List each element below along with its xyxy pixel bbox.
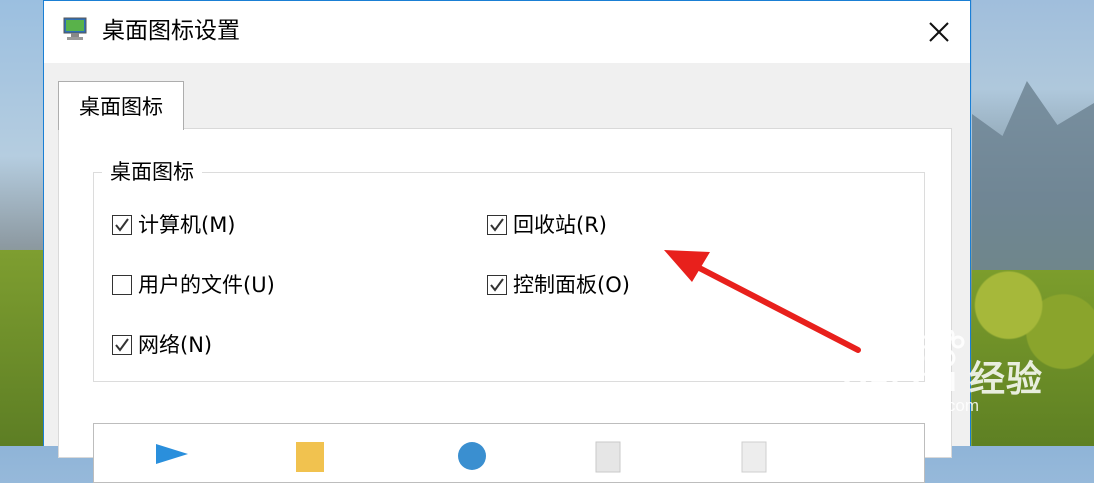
checkbox-label: 用户的文件(U) xyxy=(138,273,275,297)
watermark-url: jingyan.baidu.com xyxy=(842,396,980,415)
desktop-settings-icon xyxy=(63,17,87,40)
checkbox-box[interactable] xyxy=(487,215,507,235)
checkbox-box[interactable] xyxy=(112,335,132,355)
desktop-icon-settings-dialog: 桌面图标设置 桌面图标 桌面图标 计算机(M) 回收站(R) 用户的文件(U) … xyxy=(43,0,971,483)
wallpaper-trees-left xyxy=(0,250,44,446)
checkbox-label: 网络(N) xyxy=(138,333,213,357)
checkbox-box[interactable] xyxy=(112,275,132,295)
checkmark-icon xyxy=(490,218,504,232)
checkbox-box[interactable] xyxy=(487,275,507,295)
recycle-bin-empty-icon[interactable] xyxy=(734,434,774,474)
checkbox-control-panel[interactable]: 控制面板(O) xyxy=(487,271,630,299)
wallpaper-mountain xyxy=(972,81,1094,290)
network-icon[interactable] xyxy=(452,434,492,474)
computer-icon[interactable] xyxy=(152,434,192,474)
user-folder-icon[interactable] xyxy=(290,434,330,474)
checkbox-box[interactable] xyxy=(112,215,132,235)
tab-desktop-icons[interactable]: 桌面图标 xyxy=(58,81,184,130)
checkbox-recycle-bin[interactable]: 回收站(R) xyxy=(487,211,607,239)
groupbox-legend: 桌面图标 xyxy=(102,158,202,186)
checkbox-computer[interactable]: 计算机(M) xyxy=(112,211,236,239)
checkbox-label: 控制面板(O) xyxy=(513,273,630,297)
tab-bar: 桌面图标 xyxy=(58,81,952,130)
checkmark-icon xyxy=(115,338,129,352)
checkbox-network[interactable]: 网络(N) xyxy=(112,331,212,359)
title-bar[interactable]: 桌面图标设置 xyxy=(44,1,970,63)
checkmark-icon xyxy=(115,218,129,232)
watermark-logo-text: Bai du 经验 xyxy=(842,358,1044,399)
icon-preview-list xyxy=(93,423,925,483)
checkbox-label: 回收站(R) xyxy=(513,213,607,237)
dialog-title: 桌面图标设置 xyxy=(102,18,240,44)
close-icon xyxy=(929,22,949,42)
checkbox-user-files[interactable]: 用户的文件(U) xyxy=(112,271,275,299)
checkbox-label: 计算机(M) xyxy=(138,213,236,237)
baidu-jingyan-watermark: Bai du 经验 jingyan.baidu.com xyxy=(842,330,1092,430)
checkmark-icon xyxy=(490,278,504,292)
recycle-bin-full-icon[interactable] xyxy=(588,434,628,474)
close-button[interactable] xyxy=(916,11,962,53)
